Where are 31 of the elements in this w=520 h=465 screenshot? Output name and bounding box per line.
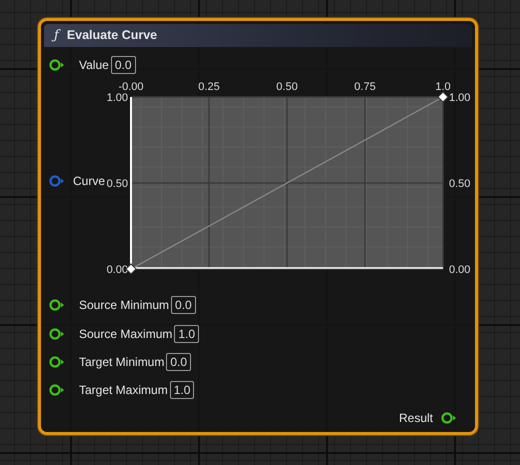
value-field[interactable]: 0.0 <box>171 296 196 314</box>
y-tick-label: 1.00 <box>449 92 470 104</box>
value-field[interactable]: 1.0 <box>174 324 200 343</box>
pin-label: Target Minimum <box>79 354 164 371</box>
node-title: Evaluate Curve <box>66 26 158 44</box>
function-icon: ƒ <box>54 26 59 46</box>
pin-label: Source Minimum <box>79 297 170 314</box>
x-tick-label: 1.0 <box>435 80 451 93</box>
pin-icon[interactable] <box>49 58 65 71</box>
pin-label: Curve <box>73 173 106 190</box>
y-tick-label: 0.50 <box>106 178 128 190</box>
pin-icon[interactable] <box>49 328 65 340</box>
x-tick-label: 0.50 <box>276 80 298 93</box>
x-tick-label: 0.75 <box>354 80 376 93</box>
value-field[interactable]: 0.0 <box>110 56 136 74</box>
x-tick-label: 0.25 <box>198 80 220 93</box>
pin-icon[interactable] <box>441 412 457 424</box>
pin-label: Value <box>79 56 109 74</box>
pin-label: Result <box>398 410 433 427</box>
y-tick-label: 0.00 <box>449 264 470 276</box>
pin-icon[interactable] <box>49 356 65 368</box>
y-tick-label: 1.00 <box>106 92 128 104</box>
y-tick-label: 0.50 <box>449 178 470 190</box>
x-tick-label: -0.00 <box>118 80 144 93</box>
pin-icon[interactable] <box>49 384 65 396</box>
value-field[interactable]: 0.0 <box>166 352 192 371</box>
pin-label: Source Maximum <box>79 326 172 343</box>
key-point-handle[interactable] <box>437 91 449 103</box>
pin-icon[interactable] <box>49 299 65 312</box>
pin-label: Target Maximum <box>79 382 168 400</box>
value-field[interactable]: 1.0 <box>170 381 194 400</box>
